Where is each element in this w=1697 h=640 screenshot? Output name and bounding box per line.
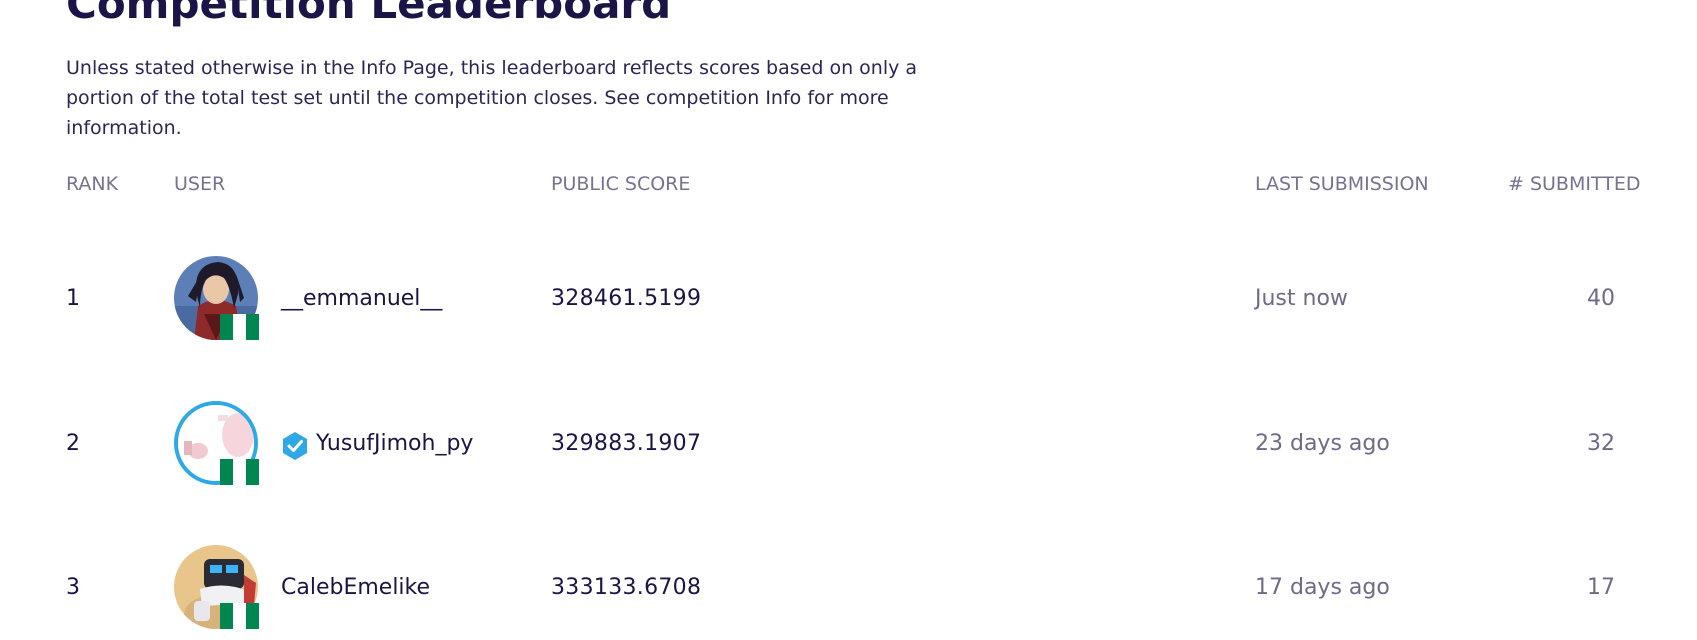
avatar[interactable] bbox=[174, 545, 259, 629]
avatar[interactable] bbox=[174, 401, 259, 485]
table-row: 2 YusufJimoh_py 329883.1907 23 days ago … bbox=[0, 393, 1697, 493]
verified-badge-icon bbox=[281, 431, 309, 461]
rank-cell: 3 bbox=[66, 575, 80, 600]
header-rank: RANK bbox=[66, 173, 119, 195]
nigeria-flag-icon bbox=[220, 314, 259, 340]
nigeria-flag-icon bbox=[220, 459, 259, 485]
nigeria-flag-icon bbox=[220, 603, 259, 629]
last-submission-cell: 23 days ago bbox=[1255, 431, 1390, 456]
avatar[interactable] bbox=[174, 256, 259, 340]
submitted-count-cell: 17 bbox=[1587, 575, 1615, 600]
header-user: USER bbox=[174, 173, 226, 195]
submitted-count-cell: 32 bbox=[1587, 431, 1615, 456]
last-submission-cell: 17 days ago bbox=[1255, 575, 1390, 600]
header-submitted: # SUBMITTED bbox=[1508, 173, 1641, 195]
rank-cell: 1 bbox=[66, 286, 80, 311]
username-link[interactable]: YusufJimoh_py bbox=[316, 431, 473, 457]
submitted-count-cell: 40 bbox=[1587, 286, 1615, 311]
table-row: 1 __emmanuel__ 328461.5199 Just now 40 bbox=[0, 248, 1697, 348]
leaderboard-table: RANK USER PUBLIC SCORE LAST SUBMISSION #… bbox=[0, 0, 1697, 640]
header-public-score: PUBLIC SCORE bbox=[551, 173, 691, 195]
last-submission-cell: Just now bbox=[1255, 286, 1348, 311]
header-last-submission: LAST SUBMISSION bbox=[1255, 173, 1429, 195]
public-score-cell: 329883.1907 bbox=[551, 431, 702, 456]
username-link[interactable]: CalebEmelike bbox=[281, 575, 430, 601]
username-link[interactable]: __emmanuel__ bbox=[281, 286, 442, 312]
public-score-cell: 328461.5199 bbox=[551, 286, 702, 311]
rank-cell: 2 bbox=[66, 431, 80, 456]
public-score-cell: 333133.6708 bbox=[551, 575, 702, 600]
table-row: 3 CalebEmelike 333133.6708 17 days ago 1… bbox=[0, 537, 1697, 637]
